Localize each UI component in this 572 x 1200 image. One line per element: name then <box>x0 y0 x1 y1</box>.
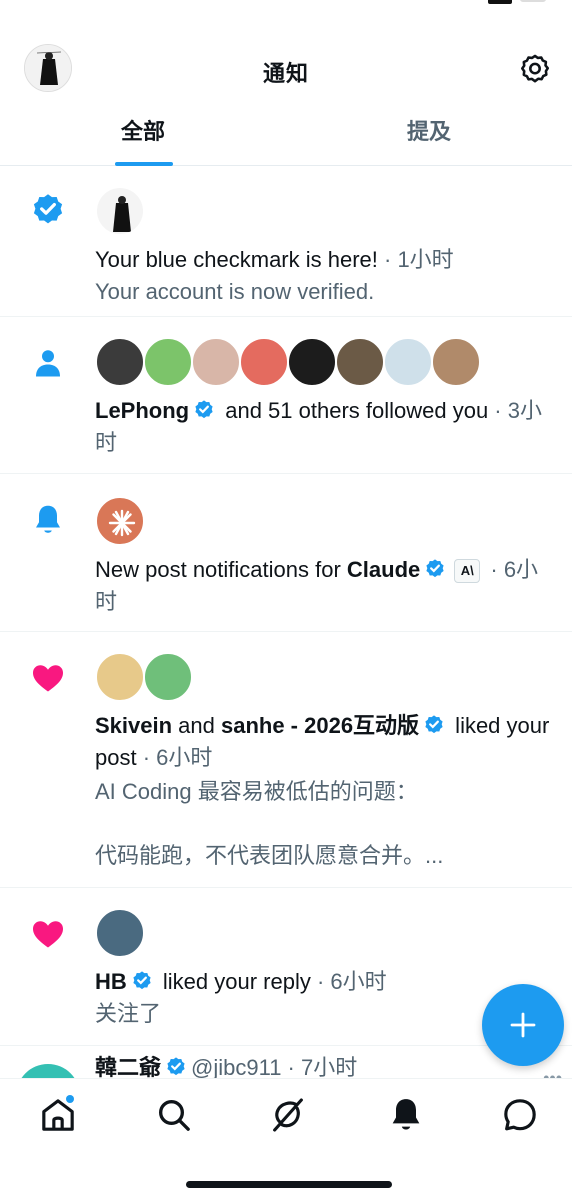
heart-icon <box>30 660 66 696</box>
user-name[interactable]: Claude <box>347 557 420 582</box>
avatar[interactable] <box>239 337 289 387</box>
grok-icon[interactable] <box>268 1095 308 1135</box>
home-indicator <box>186 1181 392 1188</box>
bell-icon[interactable] <box>386 1095 426 1135</box>
gear-icon[interactable] <box>518 52 552 86</box>
tab-all[interactable]: 全部 <box>0 108 286 166</box>
user-name[interactable]: sanhe - 2026互动版 <box>221 713 419 738</box>
battery-icon <box>520 0 546 2</box>
avatar[interactable] <box>143 337 193 387</box>
bell-icon <box>30 502 66 538</box>
post-preview: AI Coding 最容易被低估的问题： <box>95 779 418 804</box>
verified-icon <box>131 969 153 991</box>
user-name[interactable]: 韓二爺 <box>95 1055 161 1080</box>
verified-badge-icon <box>30 192 66 228</box>
verified-icon <box>424 557 446 579</box>
avatar[interactable] <box>95 496 145 546</box>
notification-text-and: and <box>172 713 221 738</box>
affiliate-badge: A\ <box>454 559 481 583</box>
tab-mentions[interactable]: 提及 <box>286 108 572 166</box>
notification-text: Your blue checkmark is here! <box>95 247 378 272</box>
avatar[interactable] <box>191 337 241 387</box>
timestamp: · 1小时 <box>377 247 454 272</box>
user-name[interactable]: LePhong <box>95 398 189 423</box>
notification-text: liked your reply <box>156 969 311 994</box>
verified-icon <box>423 713 445 735</box>
avatar[interactable] <box>431 337 481 387</box>
messages-icon[interactable] <box>500 1095 540 1135</box>
user-name[interactable]: HB <box>95 969 127 994</box>
status-bar <box>0 0 572 10</box>
avatar[interactable] <box>95 908 145 958</box>
avatar[interactable] <box>143 652 193 702</box>
notification-follow[interactable]: LePhong and 51 others followed you · 3小时 <box>0 317 572 474</box>
notification-like-post[interactable]: Skivein and sanhe - 2026互动版 liked your p… <box>0 632 572 888</box>
notification-subtext: Your account is now verified. <box>95 279 375 304</box>
post-preview: 代码能跑，不代表团队愿意合并。... <box>95 843 444 868</box>
user-name[interactable]: Skivein <box>95 713 172 738</box>
top-bar: 通知 <box>0 40 572 100</box>
plus-icon <box>510 1012 536 1038</box>
search-icon[interactable] <box>154 1095 194 1135</box>
avatar[interactable] <box>383 337 433 387</box>
bottom-nav <box>0 1078 572 1200</box>
avatar[interactable] <box>95 337 145 387</box>
tab-all-label: 全部 <box>120 119 165 144</box>
avatar[interactable] <box>287 337 337 387</box>
avatar[interactable] <box>95 652 145 702</box>
person-icon <box>30 345 66 381</box>
unread-dot <box>66 1095 74 1103</box>
notification-text: New post notifications for <box>95 557 347 582</box>
tab-mentions-label: 提及 <box>406 119 451 144</box>
home-icon[interactable] <box>38 1095 78 1135</box>
verified-icon <box>165 1055 187 1077</box>
signal-icon <box>488 0 512 4</box>
tab-bar: 全部 提及 <box>0 108 572 166</box>
follower-avatars <box>95 337 556 387</box>
heart-icon <box>30 916 66 952</box>
notification-post-alert[interactable]: New post notifications for Claude A\ · 6小… <box>0 474 572 632</box>
timestamp: · 6小时 <box>310 969 387 994</box>
notification-verified[interactable]: Your blue checkmark is here! · 1小时 Your … <box>0 166 572 317</box>
timestamp: · 7小时 <box>281 1055 358 1080</box>
page-title: 通知 <box>262 61 309 86</box>
notification-text: and 51 others followed you <box>219 398 489 423</box>
compose-button[interactable] <box>482 984 564 1066</box>
user-handle: @jibc911 <box>191 1055 282 1080</box>
verified-icon <box>193 398 215 420</box>
timestamp: · 6小时 <box>136 745 213 770</box>
avatar[interactable] <box>335 337 385 387</box>
avatar[interactable] <box>95 186 145 236</box>
